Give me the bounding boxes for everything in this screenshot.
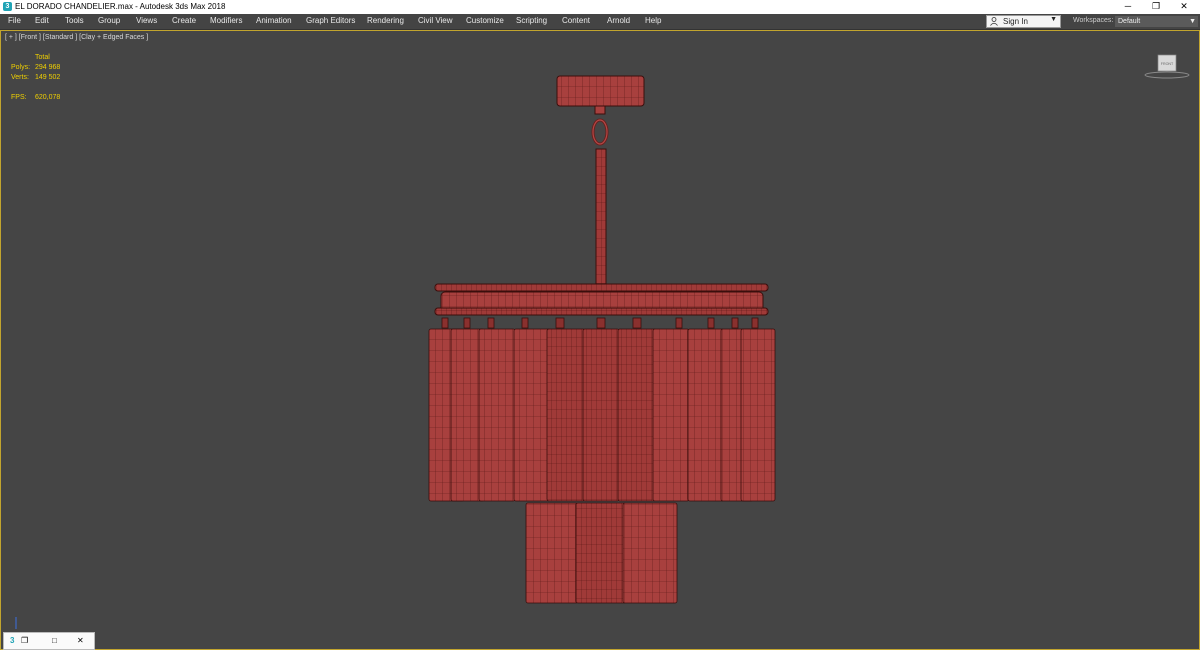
menu-create[interactable]: Create <box>172 16 196 25</box>
menu-group[interactable]: Group <box>98 16 120 25</box>
close-button[interactable]: ✕ <box>77 636 84 645</box>
3ds-max-app-icon[interactable]: 3 <box>3 2 12 11</box>
canopy <box>556 75 645 107</box>
close-button[interactable]: ✕ <box>1170 0 1198 14</box>
window-title: EL DORADO CHANDELIER.max - Autodesk 3ds … <box>15 2 226 11</box>
workspaces-value: Default <box>1118 18 1141 25</box>
menu-animation[interactable]: Animation <box>256 16 292 25</box>
menu-help[interactable]: Help <box>645 16 661 25</box>
title-bar: 3 EL DORADO CHANDELIER.max - Autodesk 3d… <box>0 0 1200 14</box>
inner-crystal-tier <box>525 502 678 604</box>
menu-arnold[interactable]: Arnold <box>607 16 630 25</box>
minimize-button[interactable]: ─ <box>1114 0 1142 14</box>
menu-tools[interactable]: Tools <box>65 16 84 25</box>
menu-edit[interactable]: Edit <box>35 16 49 25</box>
maximize-button[interactable]: □ <box>52 636 57 645</box>
front-viewport[interactable]: [ + ] [Front ] [Standard ] [Clay + Edged… <box>0 30 1200 650</box>
menu-content[interactable]: Content <box>562 16 590 25</box>
menu-civil-view[interactable]: Civil View <box>418 16 453 25</box>
menu-views[interactable]: Views <box>136 16 157 25</box>
crystal-hooks <box>441 317 759 329</box>
lower-ring <box>434 307 769 316</box>
sign-in-label: Sign In <box>1003 17 1028 26</box>
canopy-hook <box>594 105 606 115</box>
outer-crystal-tier <box>428 328 776 502</box>
menu-customize[interactable]: Customize <box>466 16 504 25</box>
top-ring <box>434 283 769 292</box>
restore-button[interactable]: ❐ <box>1142 0 1170 14</box>
sign-in-dropdown[interactable]: Sign In ▼ <box>986 15 1061 28</box>
chevron-down-icon: ▼ <box>1189 18 1196 25</box>
workspaces-select[interactable]: Default ▼ <box>1115 16 1198 27</box>
rod <box>595 148 607 290</box>
menu-scripting[interactable]: Scripting <box>516 16 547 25</box>
menu-bar: File Edit Tools Group Views Create Modif… <box>0 14 1200 30</box>
menu-graph-editors[interactable]: Graph Editors <box>306 16 355 25</box>
3ds-max-app-icon: 3 <box>10 636 15 645</box>
chandelier-model[interactable] <box>1 31 1199 649</box>
restore-button[interactable]: ❐ <box>21 636 28 645</box>
menu-file[interactable]: File <box>8 16 21 25</box>
menu-modifiers[interactable]: Modifiers <box>210 16 242 25</box>
minimized-window-tab[interactable]: 3 ❐ □ ✕ <box>3 632 95 650</box>
user-icon <box>990 17 998 26</box>
menu-rendering[interactable]: Rendering <box>367 16 404 25</box>
workspaces-label: Workspaces: <box>1073 17 1114 24</box>
axis-tripod-icon <box>15 617 17 629</box>
chevron-down-icon: ▼ <box>1050 16 1057 23</box>
